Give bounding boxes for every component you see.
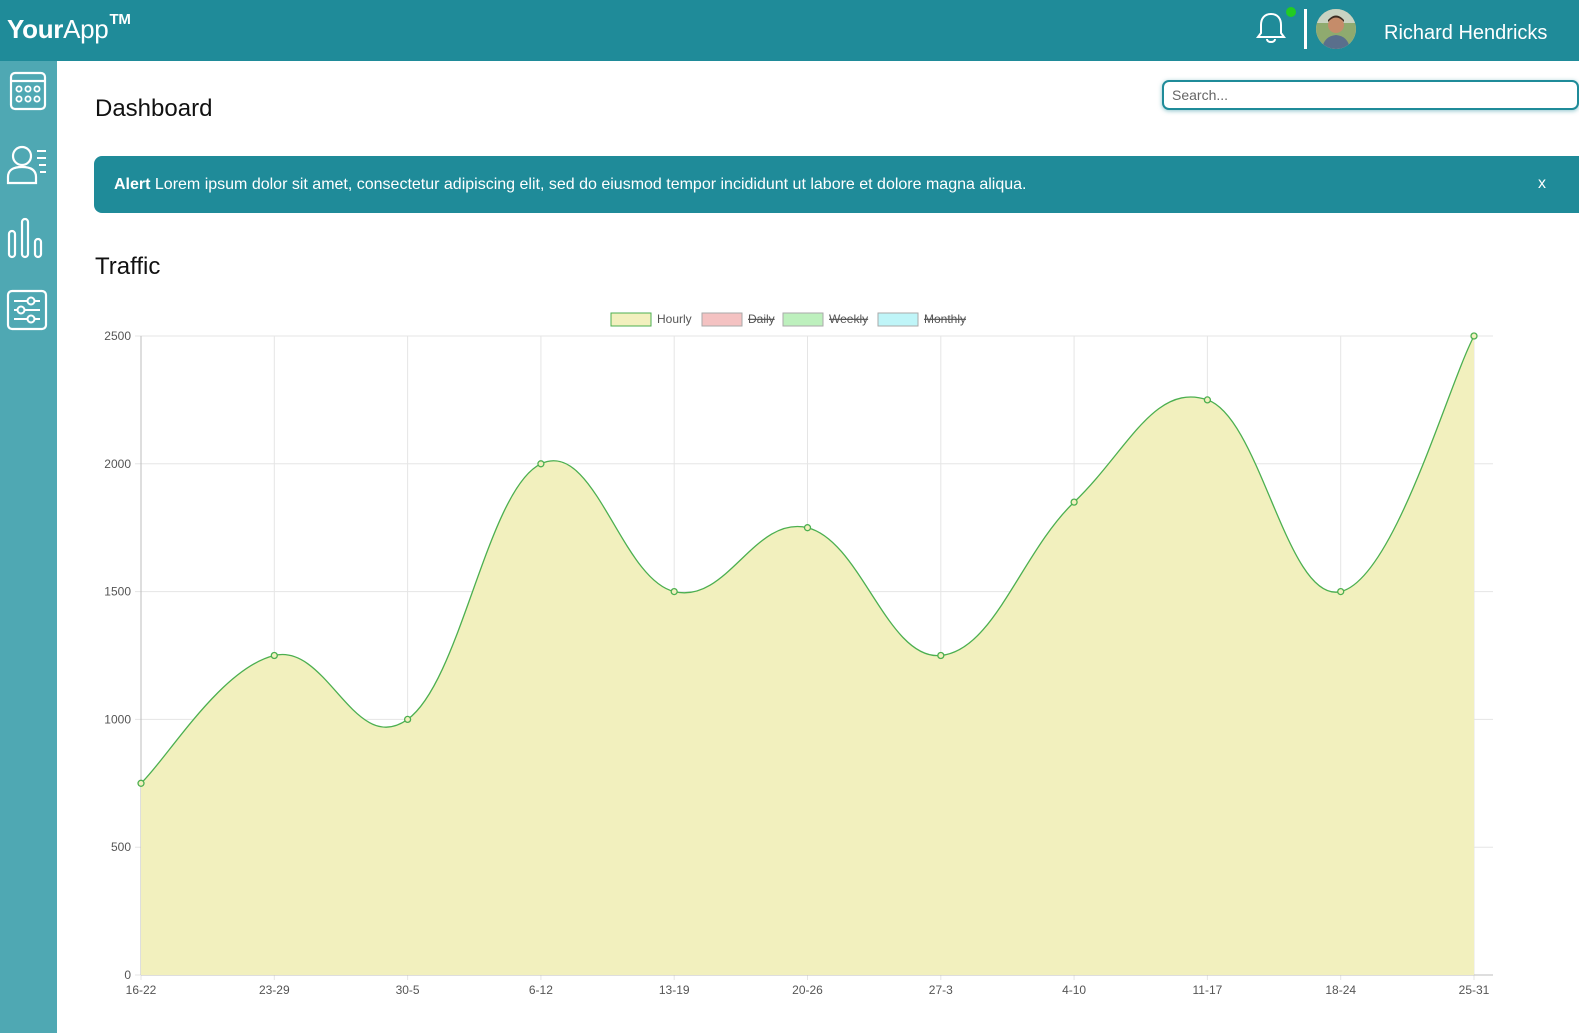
data-point-0 [137, 779, 145, 787]
x-tick-label-1: 23-29 [259, 983, 290, 997]
data-point-9 [1337, 587, 1345, 596]
y-tick-label-1: 500 [111, 840, 131, 854]
legend-item-hourly[interactable]: Hourly [610, 312, 692, 327]
data-point-10 [1470, 332, 1478, 340]
x-tick-label-5: 20-26 [792, 983, 823, 997]
x-tick-label-8: 11-17 [1192, 983, 1222, 997]
legend-item-weekly[interactable]: Weekly [782, 312, 868, 327]
data-point-8 [1203, 396, 1212, 404]
legend-label-weekly: Weekly [829, 312, 868, 326]
data-point-4 [670, 587, 678, 596]
data-point-1 [270, 651, 278, 660]
y-tick-label-2: 1000 [104, 712, 131, 726]
legend-item-monthly[interactable]: Monthly [877, 312, 966, 327]
legend-label-hourly: Hourly [657, 312, 692, 326]
x-tick-label-3: 6-12 [529, 983, 553, 997]
traffic-chart: 0 500 1000 1500 2000 2500 16-22 23-29 30-5 6-12 13… [104, 312, 1493, 997]
y-tick-label-4: 2000 [104, 457, 131, 471]
legend-item-daily[interactable]: Daily [701, 312, 775, 327]
data-point-3 [537, 460, 545, 468]
legend-swatch-hourly [610, 312, 652, 327]
x-tick-label-2: 30-5 [396, 983, 420, 997]
data-point-2 [403, 715, 412, 724]
data-point-6 [937, 651, 945, 660]
y-tick-label-0: 0 [124, 968, 131, 982]
x-tick-label-9: 18-24 [1325, 983, 1356, 997]
x-tick-label-0: 16-22 [126, 983, 157, 997]
legend-label-monthly: Monthly [924, 312, 966, 326]
y-tick-label-5: 2500 [104, 329, 131, 343]
data-point-5 [803, 524, 812, 532]
x-tick-label-6: 27-3 [929, 983, 953, 997]
legend-swatch-daily [701, 312, 743, 327]
legend-swatch-monthly [877, 312, 919, 327]
y-tick-label-3: 1500 [104, 585, 131, 599]
data-point-7 [1070, 498, 1078, 506]
x-tick-label-4: 13-19 [659, 983, 690, 997]
legend-label-daily: Daily [748, 312, 775, 326]
legend-swatch-weekly [782, 312, 824, 327]
x-tick-label-10: 25-31 [1459, 983, 1490, 997]
x-tick-label-7: 4-10 [1062, 983, 1086, 997]
